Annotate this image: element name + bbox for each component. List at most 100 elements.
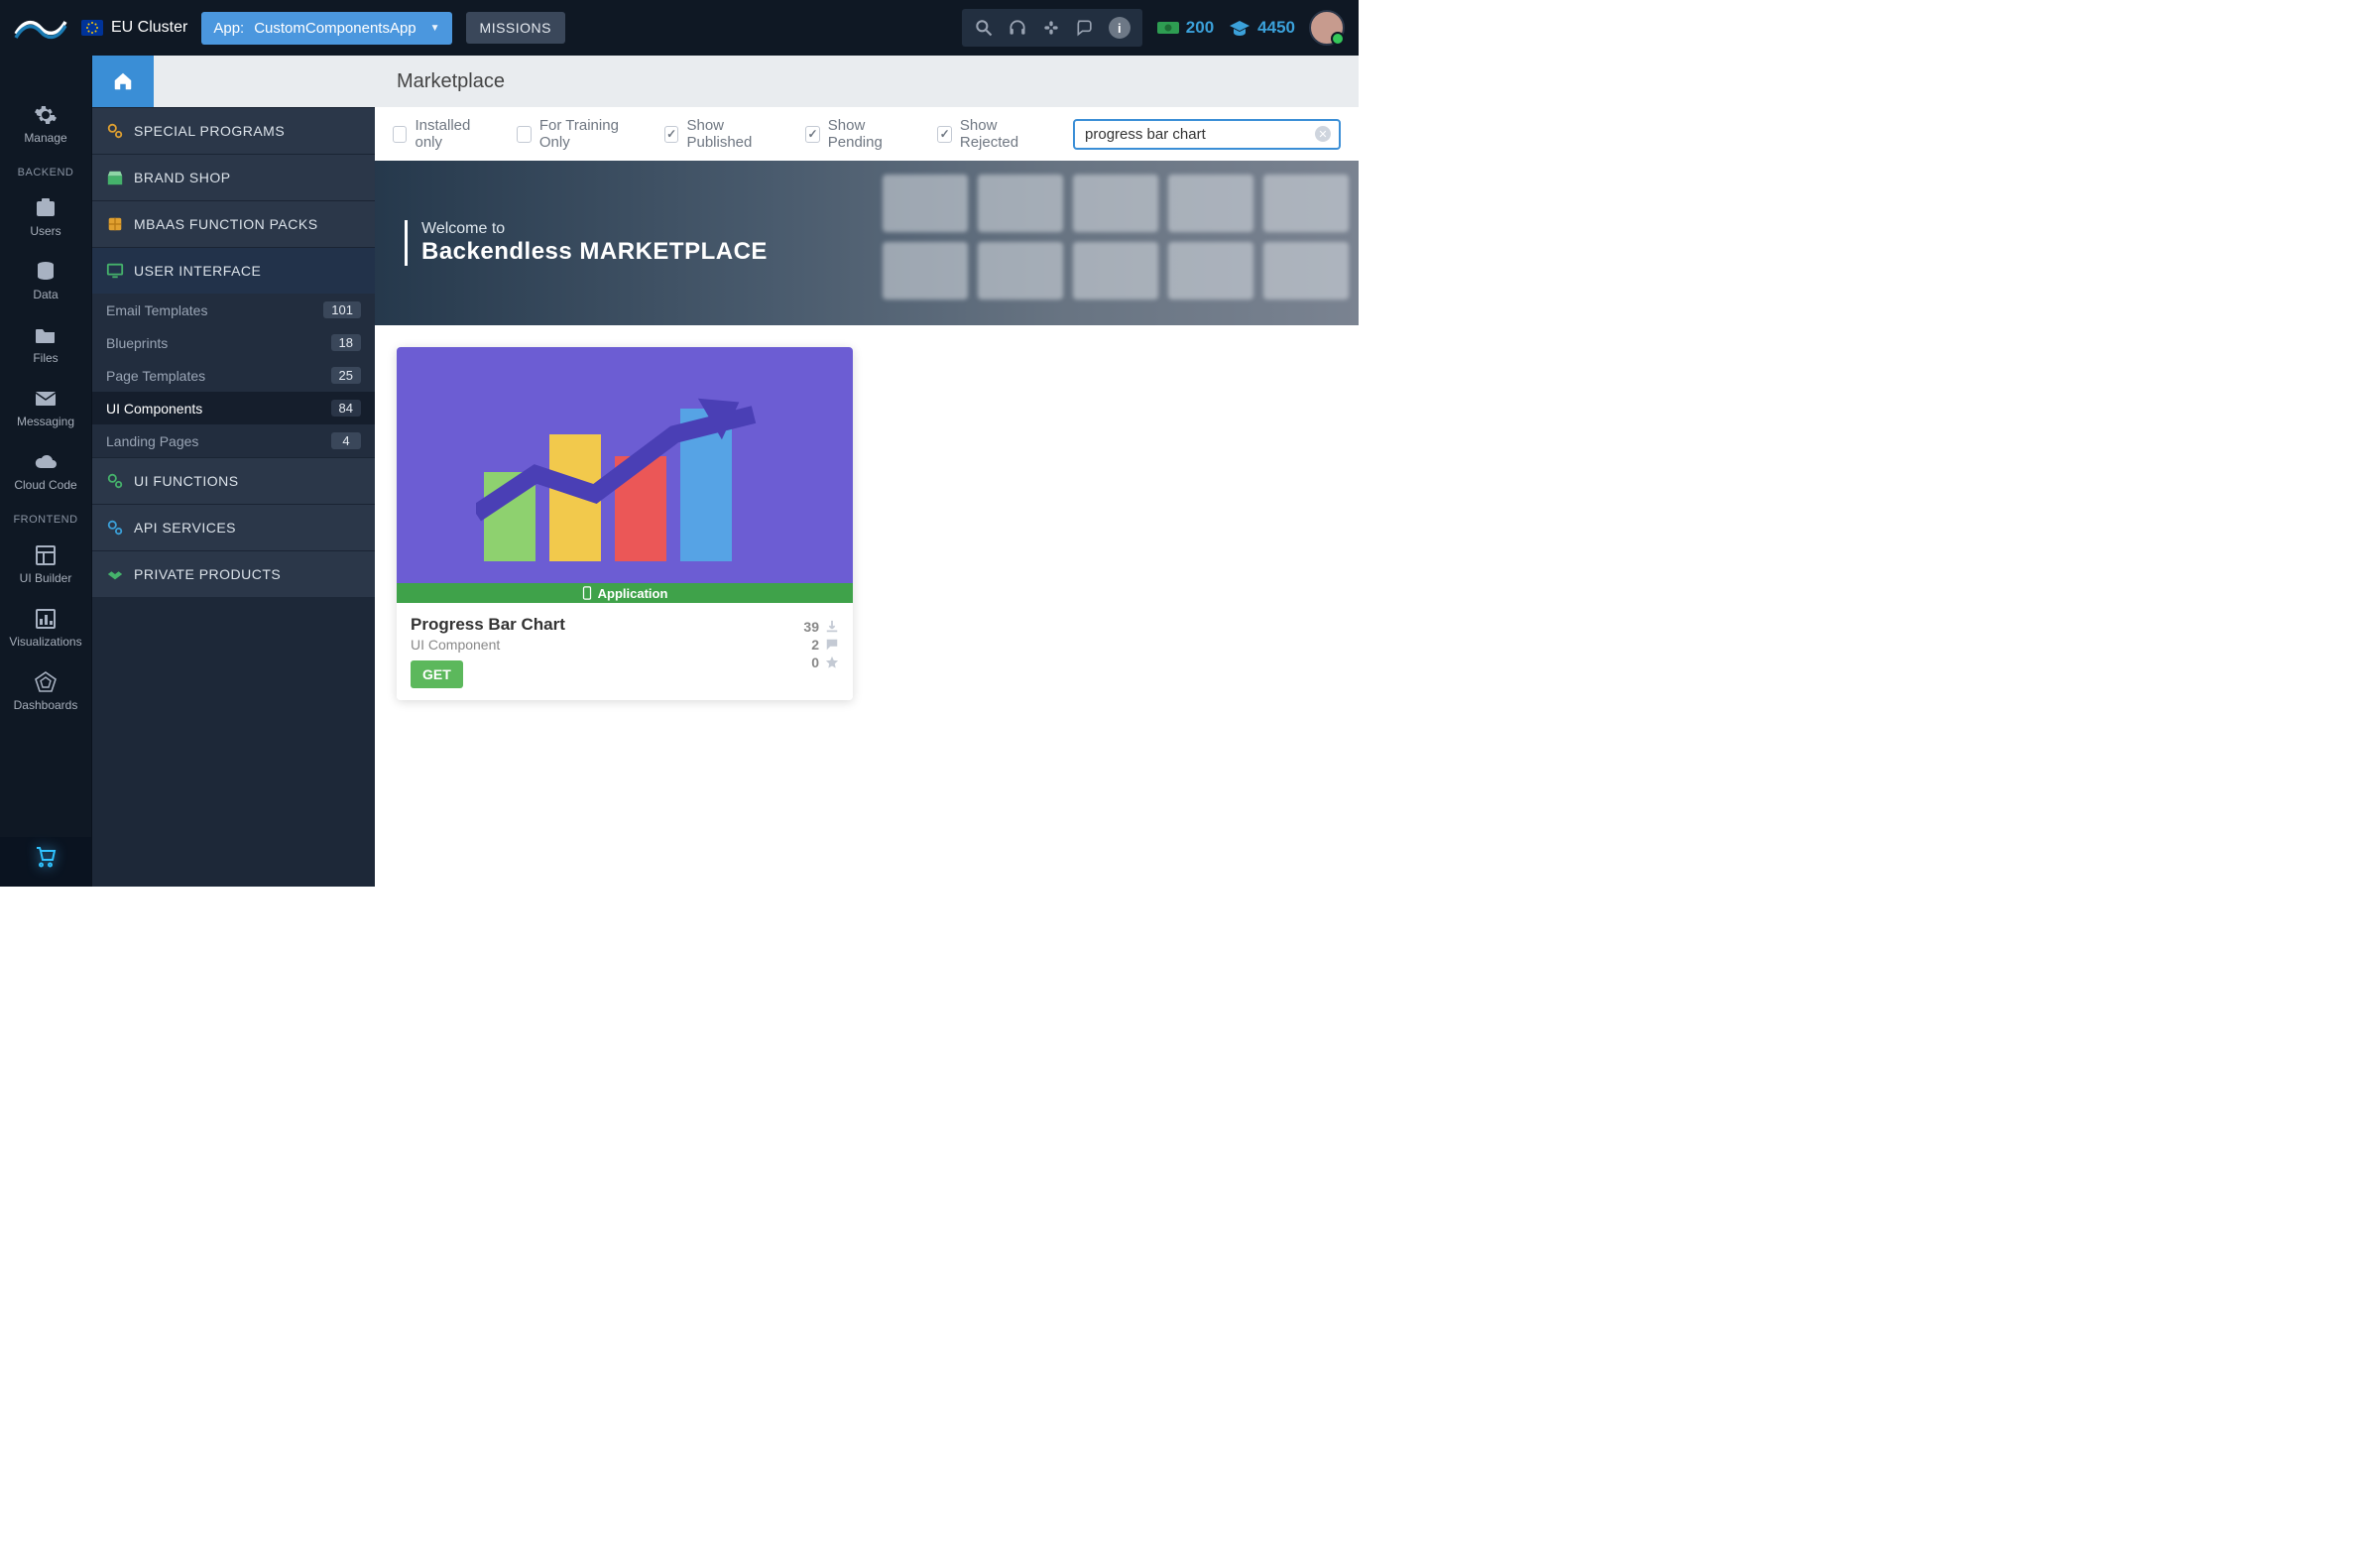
hero-bg-decor (883, 175, 1349, 299)
headset-icon[interactable] (1008, 18, 1027, 38)
get-button[interactable]: GET (411, 660, 463, 688)
rail-visualizations[interactable]: Visualizations (0, 599, 91, 657)
cluster-selector[interactable]: EU Cluster (81, 19, 187, 37)
search-icon[interactable] (974, 18, 994, 38)
filter-installed-only[interactable]: Installed only (393, 117, 487, 151)
cart-icon (32, 845, 60, 869)
home-button[interactable] (92, 56, 154, 107)
section-brand-shop[interactable]: BRAND SHOP (92, 154, 375, 200)
rail-label: Files (33, 351, 58, 365)
info-icon[interactable]: i (1109, 17, 1130, 39)
app-selector-value: CustomComponentsApp (254, 20, 416, 37)
filter-training-only[interactable]: For Training Only (517, 117, 635, 151)
section-special-programs[interactable]: SPECIAL PROGRAMS (92, 107, 375, 154)
layout-icon (32, 543, 60, 567)
missions-button[interactable]: MISSIONS (466, 12, 565, 44)
sublist-page-templates[interactable]: Page Templates 25 (92, 359, 375, 392)
section-label: UI FUNCTIONS (134, 473, 239, 489)
credits-cash[interactable]: 200 (1156, 18, 1214, 38)
sublist-email-templates[interactable]: Email Templates 101 (92, 294, 375, 326)
gears-icon (106, 519, 124, 537)
clear-search-icon[interactable]: ✕ (1315, 126, 1331, 142)
section-label: BRAND SHOP (134, 170, 231, 185)
section-mbaas-packs[interactable]: MBAAS FUNCTION PACKS (92, 200, 375, 247)
filter-label: Show Pending (828, 117, 908, 151)
rail-label: Visualizations (9, 635, 81, 649)
filter-show-rejected[interactable]: Show Rejected (937, 117, 1043, 151)
user-avatar[interactable] (1309, 10, 1345, 46)
cluster-label: EU Cluster (111, 19, 187, 37)
credits-grad[interactable]: 4450 (1228, 18, 1295, 38)
section-ui-functions[interactable]: UI FUNCTIONS (92, 457, 375, 504)
badge-icon (32, 196, 60, 220)
sublist-count: 84 (331, 400, 361, 417)
rail-dashboards[interactable]: Dashboards (0, 662, 91, 720)
graduation-cap-icon (1228, 19, 1251, 37)
section-label: USER INTERFACE (134, 263, 261, 279)
sublist-count: 101 (323, 301, 361, 318)
sublist-ui-components[interactable]: UI Components 84 (92, 392, 375, 424)
section-private-products[interactable]: PRIVATE PRODUCTS (92, 550, 375, 597)
stat-stars: 0 (779, 655, 839, 670)
slack-icon[interactable] (1041, 18, 1061, 38)
top-bar: EU Cluster App: CustomComponentsApp ▼ MI… (0, 0, 1359, 56)
chat-icon[interactable] (1075, 18, 1095, 38)
section-label: API SERVICES (134, 520, 236, 536)
download-icon (825, 620, 839, 634)
home-icon (111, 70, 135, 92)
sublist-count: 4 (331, 432, 361, 449)
sublist-label: Email Templates (106, 302, 207, 318)
hero-title: Backendless MARKETPLACE (421, 238, 768, 266)
sublist-label: UI Components (106, 401, 202, 417)
search-input-wrap: ✕ (1073, 119, 1341, 150)
folder-icon (32, 323, 60, 347)
checkbox-checked-icon (937, 126, 952, 143)
credits-grad-value: 4450 (1257, 18, 1295, 38)
filter-show-pending[interactable]: Show Pending (805, 117, 907, 151)
left-rail: Manage BACKEND Users Data Files Messagin… (0, 56, 91, 887)
section-user-interface[interactable]: USER INTERFACE (92, 247, 375, 294)
cloud-icon (32, 450, 60, 474)
eu-flag-icon (81, 20, 103, 36)
rail-users[interactable]: Users (0, 188, 91, 246)
rail-label: Manage (24, 131, 66, 145)
search-input[interactable] (1083, 125, 1315, 144)
stat-downloads: 39 (779, 619, 839, 635)
sublist-landing-pages[interactable]: Landing Pages 4 (92, 424, 375, 457)
cash-icon (1156, 19, 1180, 37)
filter-bar: Installed only For Training Only Show Pu… (375, 107, 1359, 161)
filter-label: Show Rejected (960, 117, 1043, 151)
product-type-strip: Application (397, 583, 853, 603)
app-selector[interactable]: App: CustomComponentsApp ▼ (201, 12, 451, 45)
filter-label: Installed only (415, 117, 487, 151)
rail-marketplace[interactable] (0, 837, 91, 887)
mail-icon (32, 387, 60, 411)
rail-manage[interactable]: Manage (0, 95, 91, 153)
rail-label: Messaging (17, 415, 74, 428)
marketplace-nav: SPECIAL PROGRAMS BRAND SHOP MBAAS FUNCTI… (91, 56, 375, 887)
radar-icon (32, 670, 60, 694)
brand-logo[interactable] (14, 14, 67, 42)
gear-icon (32, 103, 60, 127)
rail-data[interactable]: Data (0, 252, 91, 309)
sublist-blueprints[interactable]: Blueprints 18 (92, 326, 375, 359)
chevron-down-icon: ▼ (430, 23, 440, 34)
section-label: SPECIAL PROGRAMS (134, 123, 285, 139)
filter-label: Show Published (686, 117, 775, 151)
shop-icon (106, 169, 124, 186)
rail-frontend-header: FRONTEND (0, 514, 91, 526)
product-card[interactable]: Application Progress Bar Chart UI Compon… (397, 347, 853, 700)
app-selector-prefix: App: (213, 20, 244, 37)
rail-cloud-code[interactable]: Cloud Code (0, 442, 91, 500)
hero-subtitle: Welcome to (421, 220, 768, 238)
section-api-services[interactable]: API SERVICES (92, 504, 375, 550)
package-icon (106, 215, 124, 233)
rail-label: Cloud Code (14, 478, 76, 492)
rail-files[interactable]: Files (0, 315, 91, 373)
rail-messaging[interactable]: Messaging (0, 379, 91, 436)
filter-show-published[interactable]: Show Published (664, 117, 775, 151)
rail-ui-builder[interactable]: UI Builder (0, 536, 91, 593)
ui-sublist: Email Templates 101 Blueprints 18 Page T… (92, 294, 375, 457)
sublist-label: Page Templates (106, 368, 205, 384)
page-title: Marketplace (375, 56, 1359, 107)
